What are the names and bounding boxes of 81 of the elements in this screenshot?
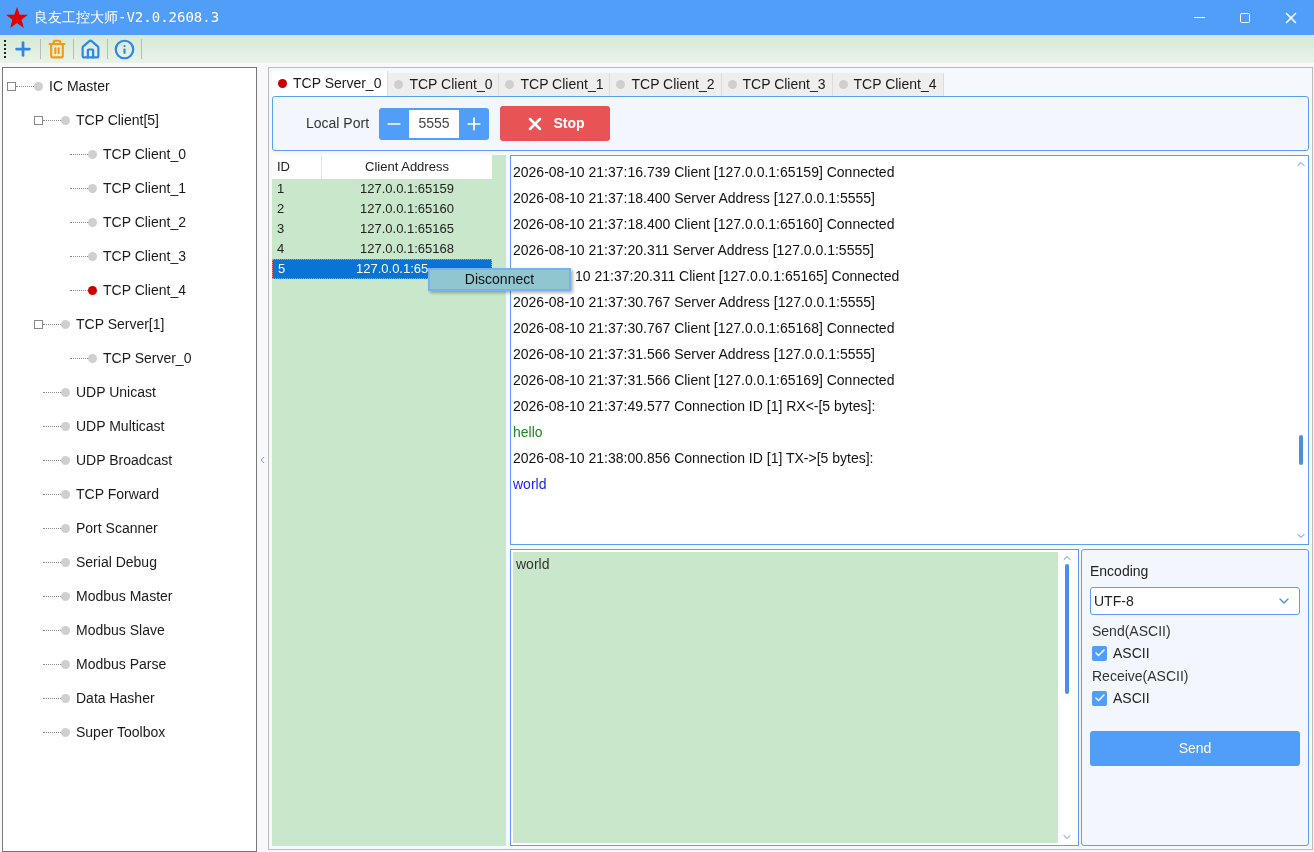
send-label: Send(ASCII) [1091, 622, 1172, 641]
minimize-icon [1193, 16, 1205, 19]
log-line: 2026-08-10 21:37:31.566 Server Address [127.0.0.1:5555] [513, 344, 876, 364]
encoding-label: Encoding [1090, 562, 1150, 581]
checkbox-label: ASCII [1113, 688, 1150, 708]
tree-item[interactable]: Super Toolbox [76, 721, 166, 743]
tree-item[interactable]: Modbus Parse [76, 653, 167, 675]
menu-item[interactable]: Disconnect [430, 270, 569, 289]
table-cell-text: 127.0.0.1:65159 [359, 180, 455, 199]
port-field[interactable]: 5555 [409, 109, 460, 138]
tree-item[interactable]: TCP Client_4 [103, 279, 186, 301]
checkbox[interactable] [1092, 645, 1107, 661]
port-label: Local Port [306, 114, 370, 133]
expander-icon[interactable] [34, 115, 43, 125]
tab[interactable]: TCP Client_0 [388, 73, 500, 96]
tab[interactable]: TCP Client_3 [721, 73, 833, 96]
tree-item[interactable]: Data Hasher [76, 687, 155, 709]
delete-button[interactable] [47, 39, 67, 59]
tree-item[interactable]: TCP Client_2 [103, 211, 186, 233]
info-button[interactable] [114, 38, 135, 60]
tree-item[interactable]: Modbus Slave [76, 619, 165, 641]
tab[interactable]: TCP Client_2 [610, 73, 722, 96]
log-line: 2026-08-10 21:37:16.739 Client [127.0.0.1:65159] Connected [513, 162, 896, 182]
tree-item[interactable]: IC Master [49, 75, 110, 97]
table-cell-text: 127.0.0.1:65168 [359, 240, 455, 259]
table-cell-text: 2 [276, 200, 286, 219]
encoding-select[interactable]: UTF-8 [1090, 587, 1300, 615]
log-line: hello [513, 422, 544, 442]
table-row[interactable]: 1 127.0.0.1:65159 [272, 179, 492, 199]
receive-label: Receive(ASCII) [1091, 667, 1190, 686]
tree-item[interactable]: Port Scanner [76, 517, 158, 539]
table-cell-text: 127.0.0.1:65165 [359, 220, 455, 239]
tab[interactable]: TCP Client_4 [832, 73, 944, 96]
log-line: 2026-08-10 21:37:18.400 Server Address [127.0.0.1:5555] [513, 188, 876, 208]
table-row[interactable]: 3 127.0.0.1:65165 [272, 219, 492, 239]
tree-item[interactable]: TCP Client_0 [103, 143, 186, 165]
send-field[interactable]: world [510, 549, 1079, 846]
table-cell-text: 5 [277, 260, 287, 278]
tree-item[interactable]: TCP Client_3 [103, 245, 186, 267]
scrollbar-thumb[interactable] [1299, 435, 1303, 465]
log-line: 2026-08-10 21:37:30.767 Client [127.0.0.1:65168] Connected [513, 318, 896, 338]
log-line: world [513, 474, 548, 494]
star-icon [6, 7, 28, 28]
log-line: 2026-08-10 21:37:49.577 Connection ID [1] RX<-[5 bytes]: [513, 396, 877, 416]
log-line: 2026-08-10 21:37:18.400 Client [127.0.0.1:65160] Connected [513, 214, 896, 234]
table-row[interactable]: 2 127.0.0.1:65160 [272, 199, 492, 219]
tree-item[interactable]: TCP Client[5] [76, 109, 159, 131]
log-line: 2026-08-10 21:37:20.311 Server Address [127.0.0.1:5555] [513, 240, 875, 260]
tree-item[interactable]: UDP Unicast [76, 381, 156, 403]
tree-item[interactable]: TCP Server_0 [103, 347, 192, 369]
log-line: 2026-08-10 21:37:31.566 Client [127.0.0.1:65169] Connected [513, 370, 896, 390]
tree-item[interactable]: Serial Debug [76, 551, 157, 573]
table-cell-text: 4 [276, 240, 286, 259]
tree-item[interactable]: TCP Client_1 [103, 177, 186, 199]
tab[interactable]: TCP Client_1 [499, 73, 611, 96]
tree-item[interactable]: Modbus Master [76, 585, 173, 607]
table-cell-text: 127.0.0.1:65160 [359, 200, 455, 219]
table-cell-text: 1 [276, 180, 286, 199]
add-button[interactable] [12, 38, 34, 60]
tree-item[interactable]: TCP Forward [76, 483, 159, 505]
table-cell-text: 3 [276, 220, 286, 239]
tree-item[interactable]: TCP Server[1] [76, 313, 165, 335]
port-spinner[interactable]: 5555 [379, 107, 490, 140]
expander-icon[interactable] [7, 81, 16, 91]
tab[interactable]: TCP Server_0 [272, 71, 389, 96]
tree-item[interactable]: UDP Broadcast [76, 449, 173, 471]
log-line: 2026-08-10 21:37:30.767 Server Address [127.0.0.1:5555] [513, 292, 876, 312]
table-cell-text: 127.0.0.1:65 [355, 260, 430, 278]
checkbox[interactable] [1092, 690, 1107, 706]
scrollbar-thumb[interactable] [1065, 564, 1069, 694]
stop-button[interactable]: Stop [500, 106, 611, 141]
column-header: ID [272, 155, 322, 179]
table-row[interactable]: 4 127.0.0.1:65168 [272, 239, 492, 259]
column-header: Client Address [364, 158, 450, 177]
home-button[interactable] [80, 38, 101, 60]
checkbox-label: ASCII [1113, 643, 1150, 663]
maximize-icon [1239, 11, 1251, 24]
log-line: 2026-08-10 21:38:00.856 Connection ID [1] TX->[5 bytes]: [513, 448, 875, 468]
tree-item[interactable]: UDP Multicast [76, 415, 165, 437]
window-title: 良友工控大师-V2.0.2608.3 [34, 8, 220, 27]
expander-icon[interactable] [34, 319, 43, 329]
